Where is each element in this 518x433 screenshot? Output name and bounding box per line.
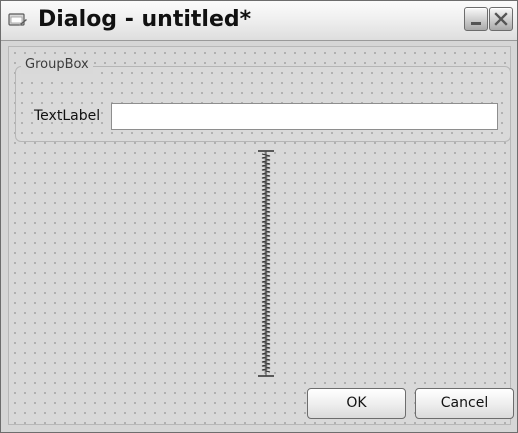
text-input[interactable] — [111, 103, 498, 130]
designer-dialog-icon — [8, 12, 28, 30]
groupbox-title: GroupBox — [21, 56, 93, 74]
ok-button[interactable]: OK — [307, 388, 406, 419]
dialog-window: Dialog - untitled* GroupBox TextLabel OK… — [0, 0, 518, 433]
window-title: Dialog - untitled* — [38, 7, 252, 32]
vertical-spacer[interactable] — [254, 149, 278, 378]
title-bar[interactable]: Dialog - untitled* — [1, 1, 517, 41]
cancel-button[interactable]: Cancel — [415, 388, 514, 419]
close-button[interactable] — [489, 7, 513, 31]
minimize-button[interactable] — [464, 7, 488, 31]
close-icon — [494, 12, 508, 26]
text-label: TextLabel — [34, 108, 101, 124]
